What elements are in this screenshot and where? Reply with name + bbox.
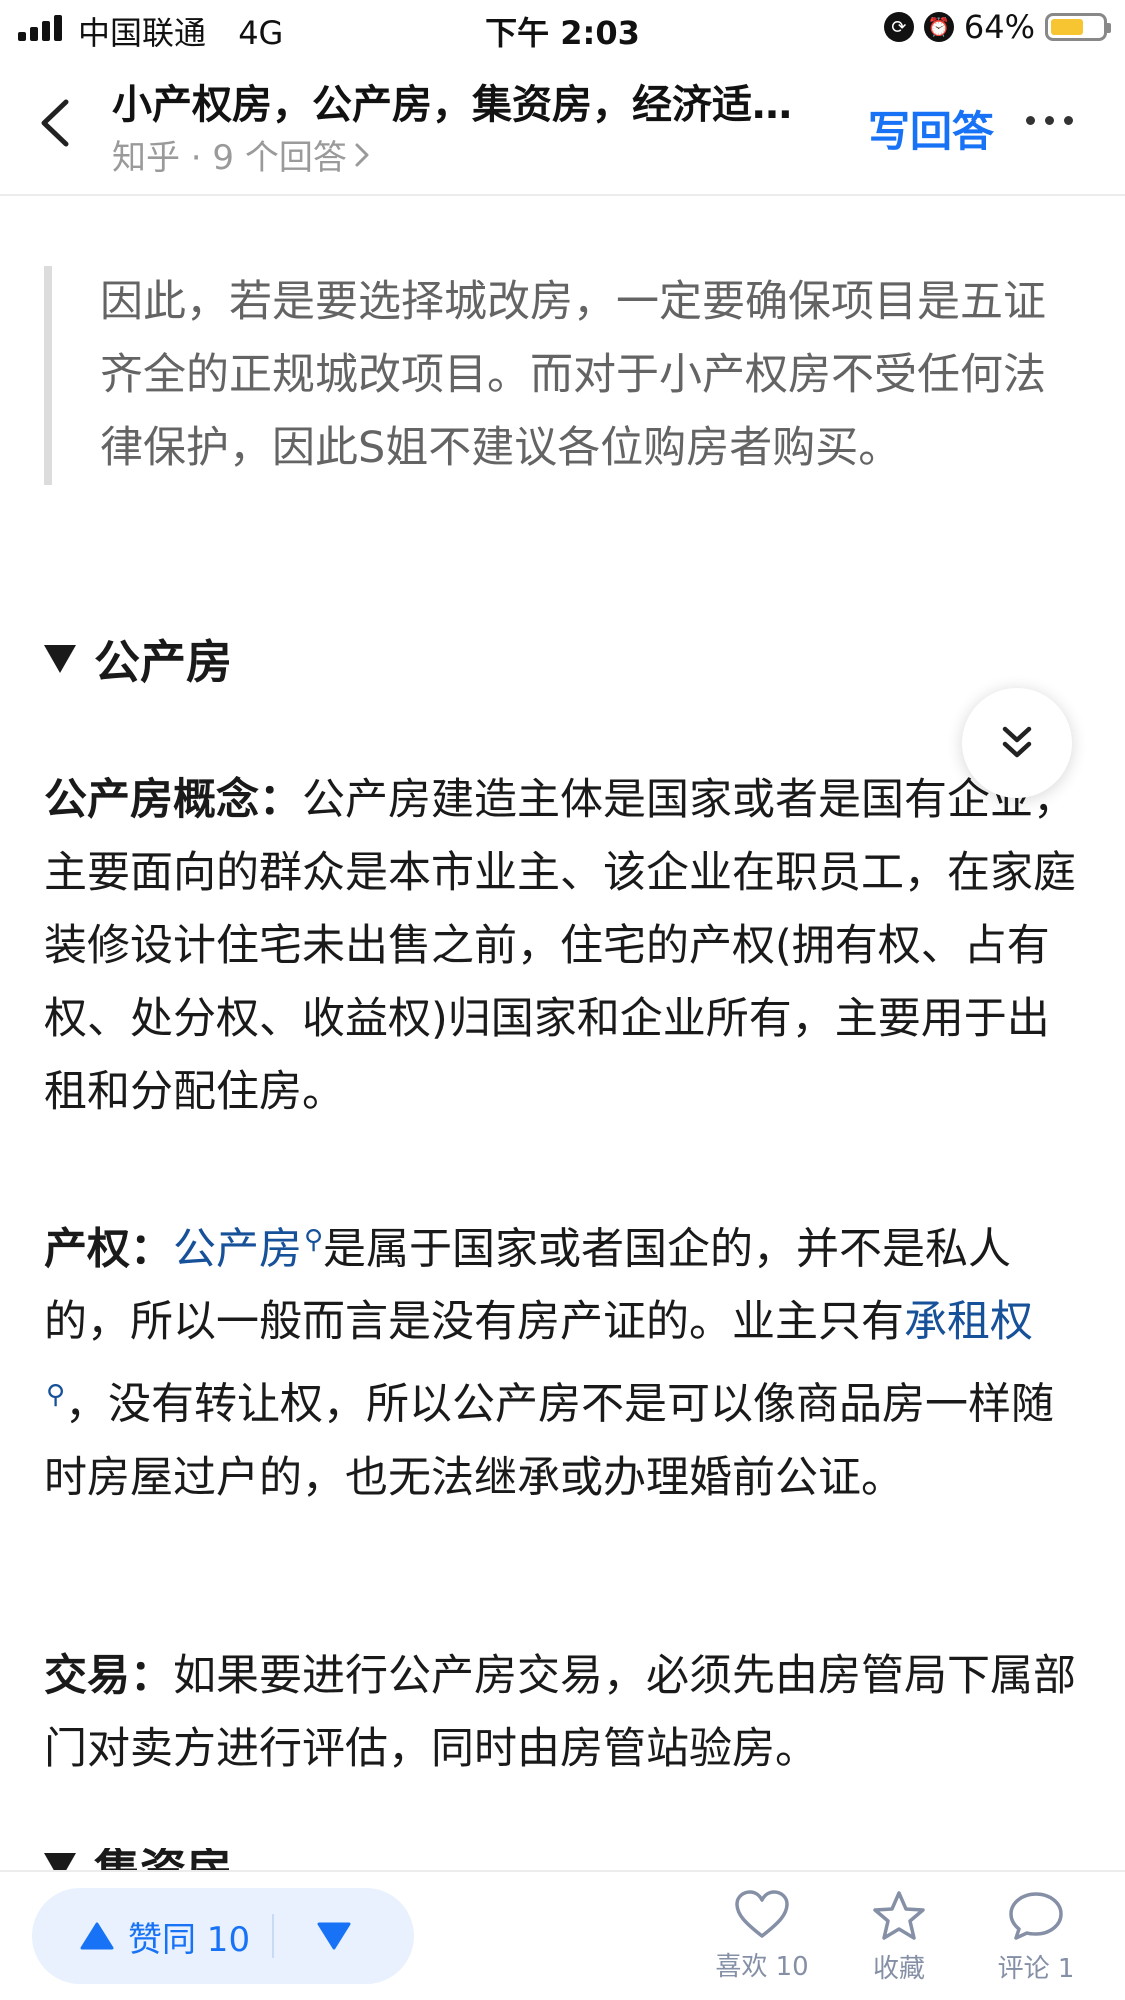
- alarm-icon: ⏰: [923, 12, 954, 42]
- heart-icon: [735, 1890, 789, 1938]
- vote-group: 赞同 10: [32, 1888, 414, 1984]
- triangle-down-icon: [317, 1922, 351, 1950]
- property-text-2: ，没有转让权，所以公产房不是可以像商品房一样随时房屋过户的，也无法继承或办理婚前…: [44, 1379, 1055, 1503]
- upvote-button[interactable]: 赞同 10: [32, 1912, 272, 1961]
- trade-label: 交易：: [44, 1651, 173, 1701]
- concept-text: 公产房建造主体是国家或者是国有企业，主要面向的群众是本市业主、该企业在职员工，在…: [44, 775, 1076, 1117]
- triangle-down-icon: [44, 1853, 76, 1870]
- property-paragraph: 产权：公产房⚲是属于国家或者国企的，并不是私人的，所以一般而言是没有房产证的。业…: [44, 1204, 1084, 1515]
- blockquote: 因此，若是要选择城改房，一定要确保项目是五证齐全的正规城改项目。而对于小产权房不…: [44, 266, 1084, 485]
- triangle-up-icon: [80, 1922, 114, 1950]
- section-heading: 公产房: [44, 626, 232, 692]
- tenancy-right-link[interactable]: 承租权: [904, 1297, 1033, 1347]
- battery-fill: [1051, 19, 1083, 35]
- answer-count-link[interactable]: 知乎 · 9 个回答: [112, 130, 371, 179]
- concept-paragraph: 公产房概念：公产房建造主体是国家或者是国有企业，主要面向的群众是本市业主、该企业…: [44, 764, 1084, 1129]
- upvote-label: 赞同 10: [128, 1919, 251, 1960]
- next-section-heading: 集资房: [44, 1848, 232, 1870]
- star-icon: [873, 1891, 925, 1940]
- status-right-group: ⟳ ⏰ 64%: [883, 8, 1111, 46]
- search-icon: ⚲: [304, 1225, 324, 1255]
- downvote-button[interactable]: [274, 1922, 394, 1950]
- next-section-heading-text: 集资房: [94, 1848, 232, 1870]
- status-bar: 中国联通 4G 下午 2:03 ⟳ ⏰ 64%: [0, 0, 1125, 58]
- favorite-label: 收藏: [872, 1954, 925, 1984]
- triangle-down-icon: [44, 645, 76, 673]
- comment-button[interactable]: 评论 1: [976, 1890, 1096, 1985]
- favorite-button[interactable]: 收藏: [839, 1890, 959, 1985]
- write-answer-button[interactable]: 写回答: [868, 98, 994, 159]
- concept-label: 公产房概念：: [44, 775, 302, 825]
- scroll-down-button[interactable]: [962, 688, 1072, 798]
- comment-bubble-icon: [1009, 1892, 1063, 1940]
- more-options-button[interactable]: [1026, 116, 1073, 125]
- more-dot: [1064, 116, 1073, 125]
- chevron-right-icon: [355, 143, 369, 166]
- like-label: 喜欢 10: [715, 1952, 809, 1982]
- like-button[interactable]: 喜欢 10: [702, 1890, 822, 1983]
- property-label: 产权：: [44, 1224, 173, 1275]
- public-housing-link[interactable]: 公产房: [173, 1224, 302, 1274]
- question-nav-bar: 小产权房，公产房，集资房，经济适… 知乎 · 9 个回答 写回答: [0, 58, 1125, 196]
- comment-label: 评论 1: [997, 1954, 1075, 1984]
- bottom-action-bar: 赞同 10 喜欢 10 收藏 评论 1: [0, 1870, 1125, 2000]
- back-button[interactable]: [36, 98, 76, 148]
- trade-paragraph: 交易：如果要进行公产房交易，必须先由房管局下属部门对卖方进行评估，同时由房管站验…: [44, 1640, 1084, 1786]
- trade-text: 如果要进行公产房交易，必须先由房管局下属部门对卖方进行评估，同时由房管站验房。: [44, 1651, 1076, 1774]
- orientation-lock-icon: ⟳: [883, 12, 914, 42]
- battery-icon: [1045, 13, 1111, 41]
- answer-source-text: 知乎 · 9 个回答: [112, 138, 347, 178]
- question-title[interactable]: 小产权房，公产房，集资房，经济适…: [112, 72, 822, 130]
- chevron-left-icon: [41, 99, 69, 147]
- search-icon: ⚲: [46, 1380, 66, 1411]
- double-chevron-down-icon: [1002, 726, 1032, 758]
- section-heading-text: 公产房: [94, 635, 232, 689]
- more-dot: [1045, 116, 1054, 125]
- battery-percent: 64%: [963, 8, 1035, 46]
- more-dot: [1026, 116, 1035, 125]
